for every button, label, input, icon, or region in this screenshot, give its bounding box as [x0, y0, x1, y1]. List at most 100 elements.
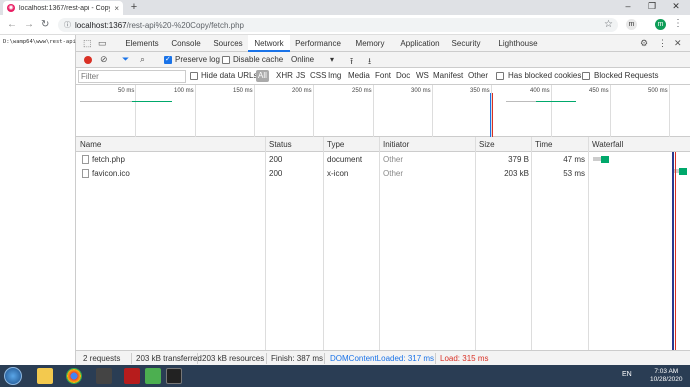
- browser-tab-bar: ◉ localhost:1367/rest-api - Copy/fe × + …: [0, 0, 690, 15]
- record-icon[interactable]: [84, 56, 92, 64]
- info-icon[interactable]: ⓘ: [64, 20, 71, 30]
- resources-size: 203 kB resources: [202, 354, 265, 363]
- terminal-icon[interactable]: [166, 368, 182, 384]
- tab-sources[interactable]: Sources: [208, 35, 248, 52]
- tick-label: 50 ms: [118, 88, 135, 94]
- minimize-icon[interactable]: –: [618, 1, 638, 11]
- tab-security[interactable]: Security: [446, 35, 486, 52]
- editor-icon[interactable]: [145, 368, 161, 384]
- browser-tab[interactable]: ◉ localhost:1367/rest-api - Copy/fe ×: [3, 1, 123, 15]
- type-filter-doc[interactable]: Doc: [396, 71, 410, 80]
- reload-icon[interactable]: ↻: [41, 19, 49, 30]
- tab-memory[interactable]: Memory: [346, 35, 394, 52]
- timeline-overview[interactable]: 50 ms 100 ms 150 ms 200 ms 250 ms 300 ms…: [76, 85, 690, 137]
- type-filter-all[interactable]: All: [256, 70, 269, 82]
- col-size[interactable]: Size: [479, 140, 495, 149]
- row-status: 200: [269, 169, 283, 178]
- tick-label: 400 ms: [530, 88, 550, 94]
- col-time[interactable]: Time: [535, 140, 552, 149]
- type-filter-ws[interactable]: WS: [416, 71, 429, 80]
- menu-kebab-icon[interactable]: ⋮: [673, 18, 683, 29]
- table-header: Name Status Type Initiator Size Time Wat…: [76, 137, 690, 152]
- tab-lighthouse[interactable]: Lighthouse: [486, 35, 550, 52]
- has-blocked-cookies-checkbox[interactable]: [496, 72, 504, 80]
- settings-gear-icon[interactable]: ⚙: [640, 38, 648, 49]
- tab-elements[interactable]: Elements: [120, 35, 164, 52]
- hide-data-urls-checkbox[interactable]: [190, 72, 198, 80]
- clear-icon[interactable]: ⊘: [100, 54, 108, 65]
- close-icon[interactable]: ×: [114, 4, 119, 13]
- tick-label: 500 ms: [648, 88, 668, 94]
- new-tab-button[interactable]: +: [128, 2, 140, 14]
- tab-application[interactable]: Application: [394, 35, 446, 52]
- more-options-icon[interactable]: ⋮: [658, 38, 667, 49]
- device-toolbar-icon[interactable]: ▭: [98, 38, 107, 49]
- back-icon[interactable]: ←: [7, 19, 17, 30]
- tab-title: localhost:1367/rest-api - Copy/fe: [19, 4, 111, 12]
- forward-icon[interactable]: →: [24, 19, 34, 30]
- language-indicator[interactable]: EN: [622, 371, 632, 378]
- requests-table: Name Status Type Initiator Size Time Wat…: [76, 137, 690, 350]
- col-name[interactable]: Name: [80, 140, 101, 149]
- overview-bar: [80, 101, 132, 102]
- tab-network[interactable]: Network: [248, 35, 290, 52]
- window-close-icon[interactable]: ✕: [666, 1, 686, 12]
- type-filter-manifest[interactable]: Manifest: [433, 71, 463, 80]
- tick-label: 100 ms: [174, 88, 194, 94]
- col-type[interactable]: Type: [327, 140, 344, 149]
- tab-console[interactable]: Console: [164, 35, 208, 52]
- inspect-element-icon[interactable]: ⬚: [83, 38, 92, 49]
- clock-time: 7:03 AM: [654, 368, 679, 375]
- chevron-down-icon[interactable]: ▾: [330, 55, 334, 64]
- col-waterfall[interactable]: Waterfall: [592, 140, 623, 149]
- avatar[interactable]: m: [655, 19, 666, 30]
- overview-bar: [506, 101, 536, 102]
- file-icon: [82, 169, 89, 178]
- type-filter-xhr[interactable]: XHR: [276, 71, 293, 80]
- disable-cache-checkbox[interactable]: [222, 56, 230, 64]
- filter-input[interactable]: [78, 70, 186, 83]
- extension-icon[interactable]: m: [626, 19, 637, 30]
- close-devtools-icon[interactable]: ✕: [674, 38, 682, 49]
- throttle-select[interactable]: Online: [291, 55, 314, 64]
- type-filter-media[interactable]: Media: [348, 71, 370, 80]
- tick-label: 450 ms: [589, 88, 609, 94]
- waterfall-waiting-bar: [601, 156, 609, 163]
- address-bar: ← → ↻ ⓘ localhost:1367/rest-api%20-%20Co…: [0, 15, 690, 35]
- media-player-icon[interactable]: [96, 368, 112, 384]
- devtools-tab-bar: ⬚ ▭ Elements Console Sources Network Per…: [76, 35, 690, 52]
- system-clock[interactable]: 7:03 AM 10/28/2020: [650, 368, 683, 384]
- table-row[interactable]: fetch.php 200 document Other 379 B 47 ms: [76, 153, 672, 166]
- url-host: localhost:1367: [75, 20, 127, 30]
- chrome-icon[interactable]: [66, 368, 82, 384]
- maximize-icon[interactable]: ❐: [642, 1, 662, 12]
- col-initiator[interactable]: Initiator: [383, 140, 409, 149]
- load-marker: [492, 93, 493, 137]
- file-explorer-icon[interactable]: [37, 368, 53, 384]
- overview-bar: [536, 101, 576, 102]
- row-initiator: Other: [383, 155, 404, 164]
- col-status[interactable]: Status: [269, 140, 292, 149]
- url-input[interactable]: ⓘ localhost:1367/rest-api%20-%20Copy/fet…: [58, 18, 618, 32]
- tab-performance[interactable]: Performance: [290, 35, 346, 52]
- table-row[interactable]: favicon.ico 200 x-icon Other 203 kB 53 m…: [76, 167, 672, 180]
- filter-icon[interactable]: ⏷: [122, 54, 129, 65]
- blocked-requests-checkbox[interactable]: [582, 72, 590, 80]
- preserve-log-checkbox[interactable]: [164, 55, 172, 64]
- type-filter-css[interactable]: CSS: [310, 71, 326, 80]
- network-toolbar: ⊘ ⏷ ⌕ Preserve log Disable cache Online …: [76, 52, 690, 68]
- type-filter-font[interactable]: Font: [375, 71, 391, 80]
- row-size: 379 B: [508, 155, 529, 164]
- type-filter-other[interactable]: Other: [468, 71, 488, 80]
- type-filter-js[interactable]: JS: [296, 71, 305, 80]
- pdf-reader-icon[interactable]: [124, 368, 140, 384]
- disable-cache-label: Disable cache: [233, 55, 284, 64]
- tick-label: 300 ms: [411, 88, 431, 94]
- status-bar: 2 requests 203 kB transferred 203 kB res…: [76, 350, 690, 365]
- start-button[interactable]: [4, 367, 22, 385]
- type-filter-img[interactable]: Img: [328, 71, 341, 80]
- waterfall-waiting-bar: [679, 168, 687, 175]
- bookmark-star-icon[interactable]: ☆: [604, 19, 613, 30]
- has-blocked-cookies-label: Has blocked cookies: [508, 71, 582, 80]
- search-icon[interactable]: ⌕: [140, 54, 145, 65]
